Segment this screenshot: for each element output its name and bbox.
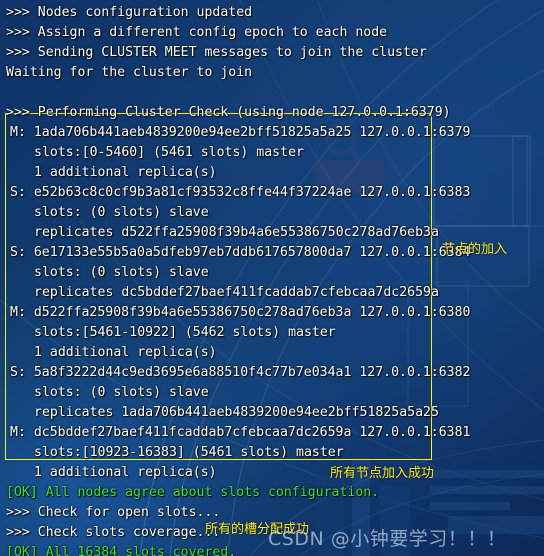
screenshot-root: >>> Nodes configuration updated >>> Assig… — [0, 0, 544, 556]
terminal-line: replicates dc5bddef27baef411fcaddab7cfeb… — [34, 285, 439, 300]
terminal-line: M: 1ada706b441aeb4839200e94ee2bff51825a5… — [10, 125, 471, 140]
csdn-watermark: CSDN @小钟要学习！！！ — [268, 528, 507, 550]
terminal-output[interactable]: >>> Nodes configuration updated >>> Assig… — [0, 0, 544, 556]
terminal-line: slots:[5461-10922] (5462 slots) master — [34, 325, 336, 340]
terminal-line: slots:[10923-16383] (5461 slots) master — [34, 445, 344, 460]
terminal-line: >>> Assign a different config epoch to e… — [6, 25, 388, 40]
terminal-line: 1 additional replica(s) — [34, 165, 217, 180]
annotation-node-join: 节点的加入 — [442, 242, 508, 257]
terminal-line: >>> Sending CLUSTER MEET messages to joi… — [6, 45, 427, 60]
terminal-line: >>> Performing Cluster Check (using node… — [6, 105, 451, 120]
annotation-all-nodes-joined: 所有节点加入成功 — [330, 466, 435, 481]
terminal-line: replicates 1ada706b441aeb4839200e94ee2bf… — [34, 405, 439, 420]
terminal-line: slots: (0 slots) slave — [34, 265, 209, 280]
terminal-line: >>> Nodes configuration updated — [6, 5, 253, 20]
terminal-line: S: e52b63c8c0cf9b3a81cf93532c8ffe44f3722… — [10, 185, 471, 200]
terminal-line: slots: (0 slots) slave — [34, 385, 209, 400]
terminal-line: M: dc5bddef27baef411fcaddab7cfebcaa7dc26… — [10, 425, 471, 440]
terminal-line: M: d522ffa25908f39b4a6e55386750c278ad76e… — [10, 305, 471, 320]
terminal-line: S: 5a8f3222d44c9ed3695e6a88510f4c77b7e03… — [10, 365, 471, 380]
terminal-line: [OK] All nodes agree about slots configu… — [6, 485, 380, 500]
terminal-line: 1 additional replica(s) — [34, 345, 217, 360]
terminal-line: slots: (0 slots) slave — [34, 205, 209, 220]
terminal-line: slots:[0-5460] (5461 slots) master — [34, 145, 304, 160]
terminal-line: Waiting for the cluster to join — [6, 65, 253, 80]
terminal-line: 1 additional replica(s) — [34, 465, 217, 480]
